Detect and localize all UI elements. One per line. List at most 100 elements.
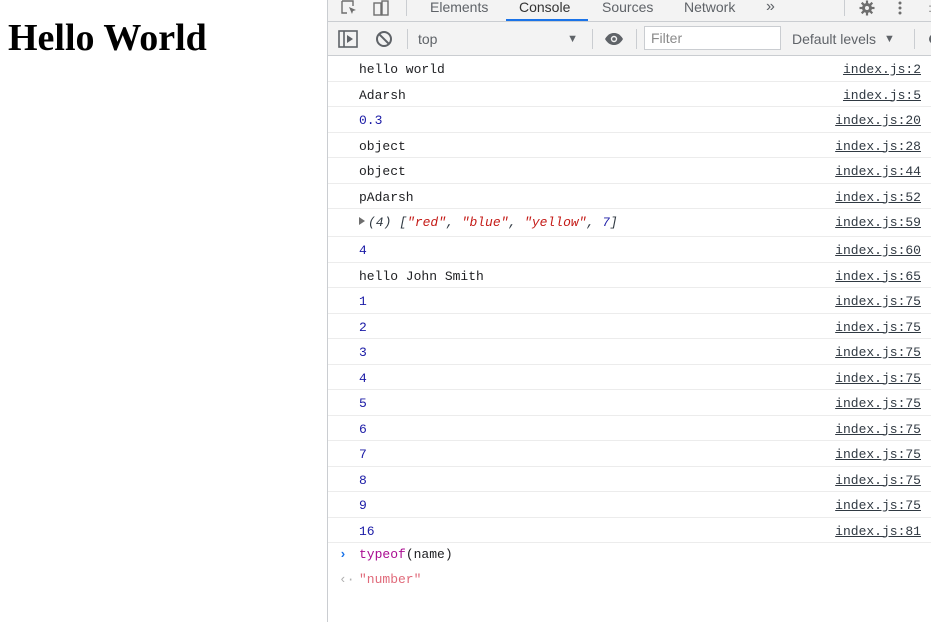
expand-triangle-icon[interactable] <box>359 217 365 225</box>
tabbar-divider <box>406 0 407 16</box>
source-link[interactable]: index.js:52 <box>835 184 921 209</box>
source-link[interactable]: index.js:75 <box>835 288 921 313</box>
kebab-menu-icon[interactable] <box>892 0 908 20</box>
console-message-text: 16 <box>359 523 375 539</box>
toolbar-divider <box>914 29 915 49</box>
log-levels-label: Default levels <box>792 30 877 47</box>
console-message-text: 7 <box>359 447 367 462</box>
active-tab-indicator <box>506 19 588 21</box>
console-message: object index.js:44 <box>328 158 931 184</box>
console-input-text[interactable]: typeof(name) <box>359 543 453 567</box>
tab-network[interactable]: Network <box>684 0 735 20</box>
console-message-text: 9 <box>359 498 367 513</box>
console-message: hello John Smith index.js:65 <box>328 263 931 288</box>
console-message: (4) ["red", "blue", "yellow", 7] index.js… <box>328 209 931 237</box>
array-preview: (4) ["red", "blue", "yellow", 7] <box>368 215 618 230</box>
array-length: (4) <box>368 215 392 230</box>
console-message-text: 0.3 <box>359 113 383 128</box>
console-message-text: hello John Smith <box>359 268 484 284</box>
context-selector-value: top <box>418 30 438 47</box>
source-link[interactable]: index.js:75 <box>835 365 921 390</box>
input-arguments: (name) <box>405 547 453 562</box>
clear-console-icon[interactable] <box>375 22 393 55</box>
array-item: "blue" <box>461 215 509 230</box>
console-message-text: 4 <box>359 370 367 386</box>
toolbar-divider <box>592 29 593 49</box>
console-message-text: 1 <box>359 294 367 309</box>
chevron-down-icon: ▼ <box>884 32 895 45</box>
input-keyword: typeof <box>359 547 406 562</box>
console-message: 16 index.js:81 <box>328 518 931 543</box>
console-settings-gear-icon[interactable] <box>926 22 931 55</box>
console-message: 5 index.js:75 <box>328 390 931 416</box>
source-link[interactable]: index.js:65 <box>835 263 921 288</box>
console-message-text: object <box>359 138 406 154</box>
console-output: hello world index.js:2 Adarsh index.js:5 0.3… <box>328 56 931 593</box>
log-levels-dropdown[interactable]: Default levels ▼ <box>792 22 895 55</box>
source-link[interactable]: index.js:75 <box>835 314 921 339</box>
source-link[interactable]: index.js:75 <box>835 416 921 441</box>
web-page: Hello World <box>0 0 327 622</box>
page-heading: Hello World <box>8 17 207 59</box>
array-item: "yellow" <box>524 215 587 230</box>
console-message: 0.3 index.js:20 <box>328 107 931 133</box>
console-message: object index.js:28 <box>328 133 931 158</box>
context-selector[interactable]: top ▼ <box>418 22 586 55</box>
devtools-panel: Elements Console Sources Network » : top… <box>327 0 931 622</box>
console-message-text: 2 <box>359 319 367 335</box>
tab-sources[interactable]: Sources <box>602 0 653 20</box>
source-link[interactable]: index.js:75 <box>835 390 921 415</box>
source-link[interactable]: index.js:59 <box>835 209 921 236</box>
console-message-text: pAdarsh <box>359 189 414 205</box>
array-item: 7 <box>602 215 610 230</box>
chevron-down-icon: ▼ <box>567 32 578 45</box>
console-message-text: 3 <box>359 345 367 360</box>
console-message-text: 8 <box>359 472 367 488</box>
console-input-row[interactable]: › typeof(name) <box>328 543 931 568</box>
console-toolbar: top ▼ Default levels ▼ <box>328 22 931 56</box>
console-message: 9 index.js:75 <box>328 492 931 518</box>
source-link[interactable]: index.js:60 <box>835 237 921 262</box>
console-message: hello world index.js:2 <box>328 56 931 82</box>
console-message-text: hello world <box>359 62 445 77</box>
source-link[interactable]: index.js:20 <box>835 107 921 132</box>
console-sidebar-icon[interactable] <box>338 22 358 55</box>
tab-elements[interactable]: Elements <box>430 0 488 20</box>
console-result-text: "number" <box>359 572 422 587</box>
devtools-tabbar: Elements Console Sources Network » : <box>328 0 931 22</box>
console-message: 2 index.js:75 <box>328 314 931 339</box>
source-link[interactable]: index.js:44 <box>835 158 921 183</box>
tab-console[interactable]: Console <box>519 0 570 20</box>
array-item: "red" <box>407 215 447 230</box>
filter-input[interactable] <box>644 26 781 50</box>
more-tabs-button[interactable]: » <box>766 0 775 20</box>
console-message: 7 index.js:75 <box>328 441 931 467</box>
toolbar-divider <box>636 29 637 49</box>
gear-icon[interactable] <box>856 0 878 20</box>
console-message: Adarsh index.js:5 <box>328 82 931 107</box>
console-message: 4 index.js:60 <box>328 237 931 263</box>
console-message-text[interactable]: (4) ["red", "blue", "yellow", 7] <box>359 209 618 236</box>
console-message-text: Adarsh <box>359 87 406 103</box>
source-link[interactable]: index.js:28 <box>835 133 921 158</box>
inspect-element-icon[interactable] <box>338 0 360 20</box>
source-link[interactable]: index.js:2 <box>843 56 921 81</box>
console-message-text: 6 <box>359 421 367 437</box>
prompt-chevron-icon: › <box>339 547 347 562</box>
console-message-text: 4 <box>359 243 367 258</box>
source-link[interactable]: index.js:75 <box>835 492 921 517</box>
console-message: 8 index.js:75 <box>328 467 931 492</box>
live-expression-eye-icon[interactable] <box>604 22 624 55</box>
source-link[interactable]: index.js:81 <box>835 518 921 543</box>
console-result-row: ‹· "number" <box>328 568 931 593</box>
result-arrow-icon: ‹· <box>339 572 355 587</box>
device-toggle-icon[interactable] <box>370 0 392 20</box>
source-link[interactable]: index.js:75 <box>835 467 921 492</box>
source-link[interactable]: index.js:75 <box>835 339 921 364</box>
close-devtools-partial-icon[interactable]: : <box>926 0 931 20</box>
console-message-text: object <box>359 164 406 179</box>
source-link[interactable]: index.js:75 <box>835 441 921 466</box>
console-message: 4 index.js:75 <box>328 365 931 390</box>
source-link[interactable]: index.js:5 <box>843 82 921 107</box>
console-message: 3 index.js:75 <box>328 339 931 365</box>
